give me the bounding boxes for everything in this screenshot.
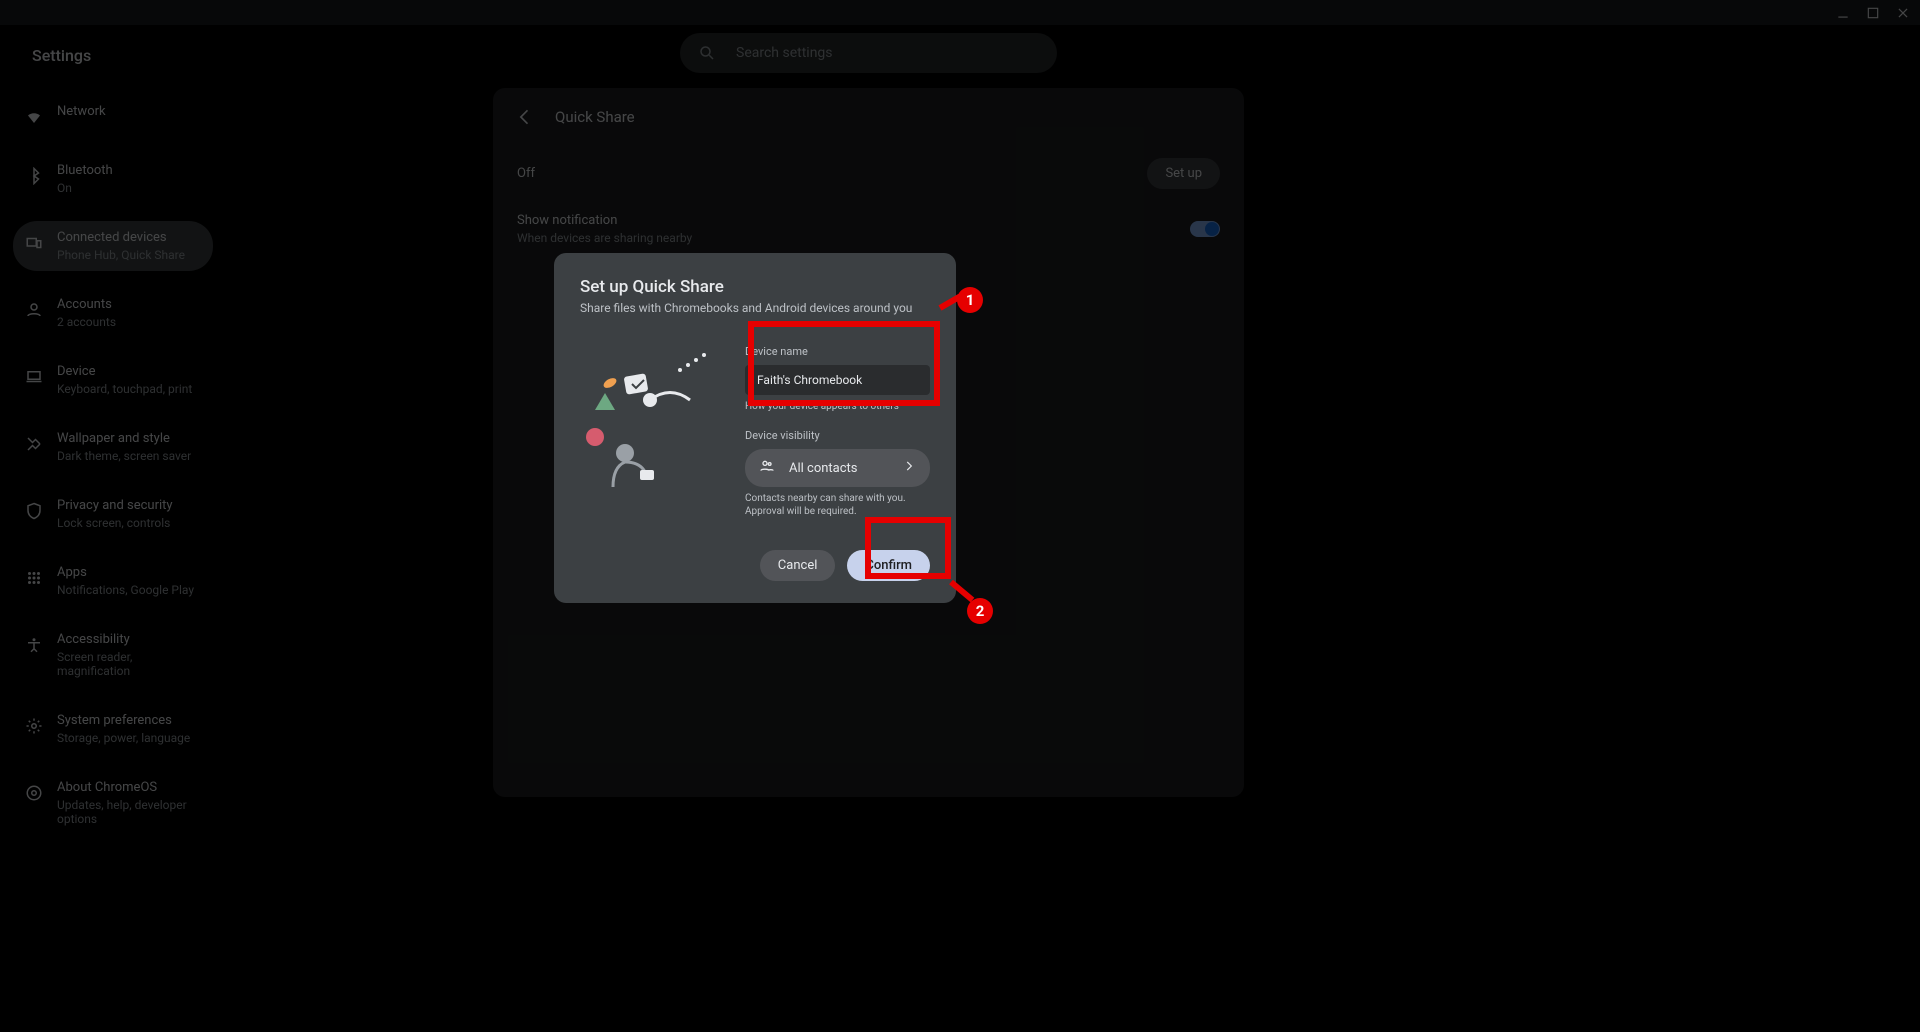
notification-sub: When devices are sharing nearby bbox=[517, 231, 692, 245]
confirm-button[interactable]: Confirm bbox=[847, 550, 930, 581]
show-notification-row: Show notification When devices are shari… bbox=[493, 201, 1244, 257]
sidebar-item-sub: Dark theme, screen saver bbox=[57, 449, 191, 463]
sidebar-item-bluetooth[interactable]: Bluetooth On bbox=[13, 154, 213, 204]
sidebar-item-label: Accounts bbox=[57, 297, 116, 313]
cancel-button[interactable]: Cancel bbox=[760, 550, 836, 581]
sidebar-item-sub: 2 accounts bbox=[57, 315, 116, 329]
chrome-icon bbox=[23, 782, 45, 804]
sidebar-item-device[interactable]: Device Keyboard, touchpad, print bbox=[13, 355, 213, 405]
search-input-wrap[interactable] bbox=[680, 33, 1057, 73]
gear-icon bbox=[23, 715, 45, 737]
laptop-icon bbox=[23, 366, 45, 388]
sidebar-item-sub: On bbox=[57, 181, 113, 195]
sidebar-item-label: Privacy and security bbox=[57, 498, 173, 514]
quick-share-status-row: Off Set up bbox=[493, 146, 1244, 201]
annotation-badge-1: 1 bbox=[957, 287, 983, 313]
sidebar-item-wallpaper[interactable]: Wallpaper and style Dark theme, screen sa… bbox=[13, 422, 213, 472]
device-name-input[interactable] bbox=[745, 365, 930, 395]
sidebar-item-sub: Notifications, Google Play bbox=[57, 583, 194, 597]
panel-title: Quick Share bbox=[555, 108, 635, 126]
shield-icon bbox=[23, 500, 45, 522]
visibility-help: Contacts nearby can share with you. Appr… bbox=[745, 492, 930, 518]
annotation-badge-2: 2 bbox=[967, 598, 993, 624]
wallpaper-icon bbox=[23, 433, 45, 455]
sidebar-item-network[interactable]: Network bbox=[13, 95, 213, 137]
dialog-illustration bbox=[580, 345, 725, 490]
device-visibility-label: Device visibility bbox=[745, 429, 930, 442]
sidebar-item-sub: Lock screen, controls bbox=[57, 516, 173, 530]
sidebar-item-label: Bluetooth bbox=[57, 163, 113, 179]
device-visibility-button[interactable]: All contacts bbox=[745, 449, 930, 487]
sidebar-item-system[interactable]: System preferences Storage, power, langua… bbox=[13, 704, 213, 754]
back-button[interactable] bbox=[513, 105, 537, 129]
panel-header: Quick Share bbox=[493, 88, 1244, 146]
accessibility-icon bbox=[23, 634, 45, 656]
devices-icon bbox=[23, 232, 45, 254]
maximize-icon[interactable] bbox=[1864, 4, 1882, 22]
close-icon[interactable] bbox=[1894, 4, 1912, 22]
account-icon bbox=[23, 299, 45, 321]
visibility-value: All contacts bbox=[789, 461, 858, 476]
chevron-right-icon bbox=[902, 459, 916, 477]
sidebar-item-label: System preferences bbox=[57, 713, 190, 729]
bluetooth-icon bbox=[23, 165, 45, 187]
window-titlebar bbox=[0, 0, 1920, 25]
sidebar-item-sub: Keyboard, touchpad, print bbox=[57, 382, 192, 396]
sidebar-item-about[interactable]: About ChromeOS Updates, help, developer o… bbox=[13, 771, 213, 835]
wifi-icon bbox=[23, 106, 45, 128]
minimize-icon[interactable] bbox=[1834, 4, 1852, 22]
sidebar-item-label: Device bbox=[57, 364, 192, 380]
dialog-title: Set up Quick Share bbox=[580, 277, 930, 297]
notification-toggle[interactable] bbox=[1190, 221, 1220, 237]
notification-title: Show notification bbox=[517, 213, 692, 228]
sidebar-item-sub: Screen reader, magnification bbox=[57, 650, 203, 678]
sidebar-item-label: Accessibility bbox=[57, 632, 203, 648]
apps-icon bbox=[23, 567, 45, 589]
status-label: Off bbox=[517, 166, 535, 181]
sidebar-item-privacy[interactable]: Privacy and security Lock screen, control… bbox=[13, 489, 213, 539]
sidebar-item-sub: Updates, help, developer options bbox=[57, 798, 203, 826]
sidebar-item-sub: Phone Hub, Quick Share bbox=[57, 248, 185, 262]
sidebar-item-accessibility[interactable]: Accessibility Screen reader, magnificatio… bbox=[13, 623, 213, 687]
device-name-label: Device name bbox=[745, 345, 930, 358]
sidebar-item-accounts[interactable]: Accounts 2 accounts bbox=[13, 288, 213, 338]
sidebar-item-connected-devices[interactable]: Connected devices Phone Hub, Quick Share bbox=[13, 221, 213, 271]
sidebar-item-label: Network bbox=[57, 104, 106, 120]
sidebar-item-label: Connected devices bbox=[57, 230, 185, 246]
sidebar-item-sub: Storage, power, language bbox=[57, 731, 190, 745]
sidebar-item-label: Apps bbox=[57, 565, 194, 581]
contacts-icon bbox=[759, 458, 775, 478]
search-input[interactable] bbox=[736, 45, 1039, 61]
setup-quick-share-dialog: Set up Quick Share Share files with Chro… bbox=[554, 253, 956, 603]
set-up-button[interactable]: Set up bbox=[1147, 158, 1220, 189]
app-title: Settings bbox=[0, 46, 91, 65]
settings-sidebar: Network Bluetooth On Connected devices Pho… bbox=[13, 95, 213, 852]
sidebar-item-apps[interactable]: Apps Notifications, Google Play bbox=[13, 556, 213, 606]
sidebar-item-label: About ChromeOS bbox=[57, 780, 203, 796]
dialog-subtitle: Share files with Chromebooks and Android… bbox=[580, 301, 930, 315]
sidebar-item-label: Wallpaper and style bbox=[57, 431, 191, 447]
search-icon bbox=[698, 44, 716, 62]
device-name-help: How your device appears to others bbox=[745, 400, 930, 413]
